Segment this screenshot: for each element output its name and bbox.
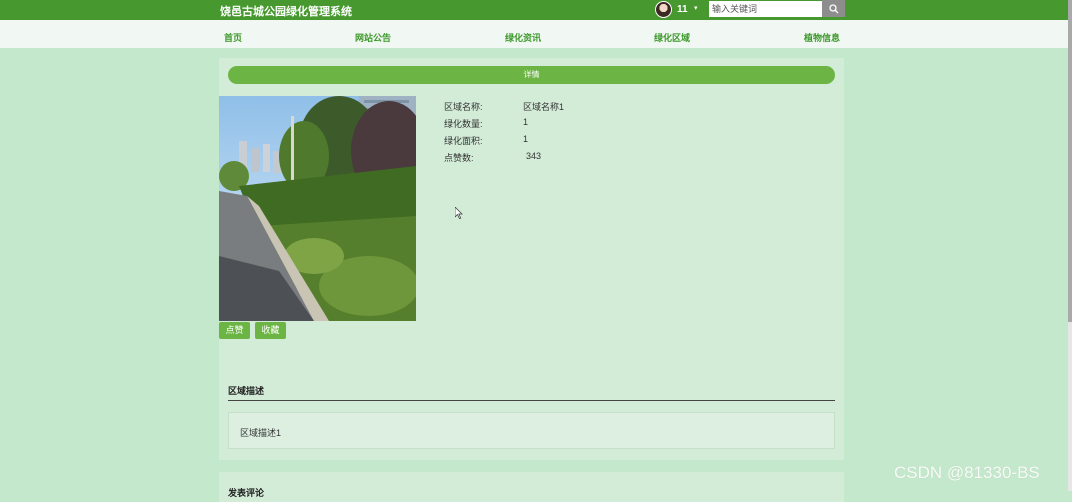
greening-area-value: 1	[523, 134, 529, 144]
nav-item-home[interactable]: 首页	[224, 31, 242, 44]
search-input[interactable]	[709, 1, 822, 17]
nav-item-plant-info[interactable]: 植物信息	[804, 31, 840, 44]
user-name[interactable]: 11	[677, 4, 688, 15]
description-box: 区域描述1	[228, 412, 835, 449]
nav-item-greening-news[interactable]: 绿化资讯	[505, 31, 541, 44]
scrollbar-thumb[interactable]	[1068, 0, 1072, 322]
description-divider	[228, 400, 835, 401]
top-bar: 饶邑古城公园绿化管理系统 11 ▾	[0, 0, 1068, 20]
mouse-cursor-icon	[455, 207, 463, 219]
likes-label: 点赞数:	[444, 153, 474, 163]
like-button[interactable]: 点赞	[219, 322, 250, 339]
nav-item-greening-areas[interactable]: 绿化区域	[654, 31, 690, 44]
greening-count-label: 绿化数量:	[444, 119, 483, 129]
main-nav: 首页 网站公告 绿化资讯 绿化区域 植物信息	[0, 20, 1068, 48]
comment-title: 发表评论	[228, 488, 265, 498]
greening-area-label: 绿化面积:	[444, 136, 483, 146]
nav-item-announcements[interactable]: 网站公告	[355, 31, 391, 44]
area-photo	[219, 96, 416, 321]
page-scrollbar[interactable]	[1068, 0, 1072, 491]
favorite-button[interactable]: 收藏	[255, 322, 286, 339]
comment-panel: 发表评论	[219, 472, 844, 502]
likes-value: 343	[526, 151, 542, 161]
detail-panel: 详情 点赞 收藏 区域名称: 区域名称1 绿化数量: 1 绿化面积: 1 点赞数…	[219, 58, 844, 460]
area-name-label: 区域名称:	[444, 102, 483, 112]
search-icon	[828, 3, 838, 13]
greening-count-value: 1	[523, 117, 529, 127]
detail-header: 详情	[228, 66, 835, 84]
watermark: CSDN @81330-BS	[894, 463, 1040, 482]
site-title: 饶邑古城公园绿化管理系统	[220, 6, 352, 18]
caret-down-icon[interactable]: ▾	[694, 4, 698, 12]
search-button[interactable]	[822, 0, 845, 17]
description-text: 区域描述1	[240, 428, 282, 438]
user-avatar[interactable]	[655, 1, 672, 18]
description-title: 区域描述	[228, 386, 265, 396]
area-name-value: 区域名称1	[523, 102, 565, 112]
